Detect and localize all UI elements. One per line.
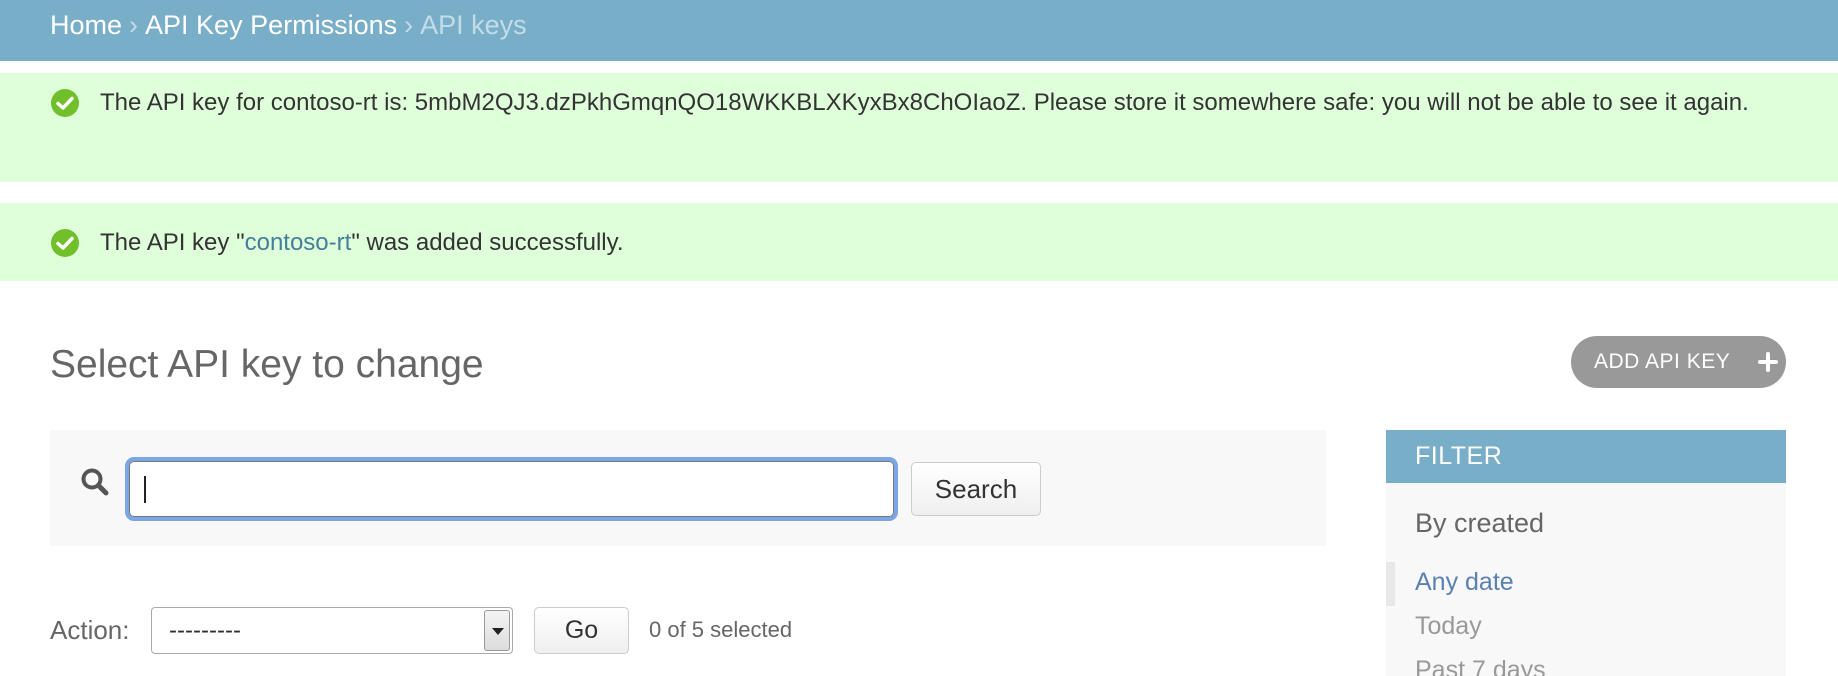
django-admin-page: Home › API Key Permissions › API keys The AP… (0, 0, 1838, 676)
success-message-api-key: The API key for contoso-rt is: 5mbM2QJ3.… (0, 73, 1838, 182)
action-label: Action: (50, 615, 130, 645)
success-message-added: The API key "contoso-rt" was added succe… (0, 203, 1838, 281)
checkmark-circle-icon (51, 89, 79, 117)
action-select-value: --------- (169, 617, 241, 644)
selection-count: 0 of 5 selected (649, 617, 793, 642)
go-button[interactable]: Go (534, 607, 629, 654)
api-key-link[interactable]: contoso-rt (245, 229, 352, 256)
action-select[interactable]: --------- (151, 607, 513, 654)
add-api-key-button[interactable]: ADD API KEY (1571, 336, 1786, 388)
breadcrumb-current: API keys (420, 10, 527, 40)
filter-option-today[interactable]: Today (1415, 611, 1482, 641)
search-input[interactable] (129, 461, 894, 517)
search-icon (81, 468, 109, 496)
filter-title: By created (1415, 508, 1545, 538)
plus-icon (1758, 352, 1778, 372)
filter-panel: FILTER By created Any date Today Past 7 … (1386, 430, 1786, 676)
select-arrow-button[interactable] (484, 610, 510, 651)
selected-filter-marker (1386, 562, 1395, 606)
breadcrumb: Home › API Key Permissions › API keys (0, 0, 1838, 61)
search-toolbar: Search (50, 430, 1326, 546)
filter-option-any-date[interactable]: Any date (1415, 567, 1514, 597)
checkmark-circle-icon (51, 229, 79, 257)
search-button[interactable]: Search (911, 462, 1041, 516)
breadcrumb-separator: › (129, 10, 139, 40)
breadcrumb-separator: › (404, 10, 414, 40)
message-text: The API key for contoso-rt is: 5mbM2QJ3.… (100, 89, 1749, 116)
breadcrumb-home[interactable]: Home (50, 10, 122, 40)
add-button-label: ADD API KEY (1594, 350, 1731, 373)
text-caret (144, 476, 146, 503)
message-suffix: " was added successfully. (351, 229, 624, 256)
filter-header: FILTER (1386, 430, 1786, 483)
message-prefix: The API key " (100, 229, 245, 256)
page-title: Select API key to change (50, 343, 484, 386)
chevron-down-icon (492, 628, 504, 635)
breadcrumb-api-key-permissions[interactable]: API Key Permissions (145, 10, 397, 40)
message-text: The API key "contoso-rt" was added succe… (100, 223, 1798, 262)
filter-option-past-7-days[interactable]: Past 7 days (1415, 655, 1546, 676)
